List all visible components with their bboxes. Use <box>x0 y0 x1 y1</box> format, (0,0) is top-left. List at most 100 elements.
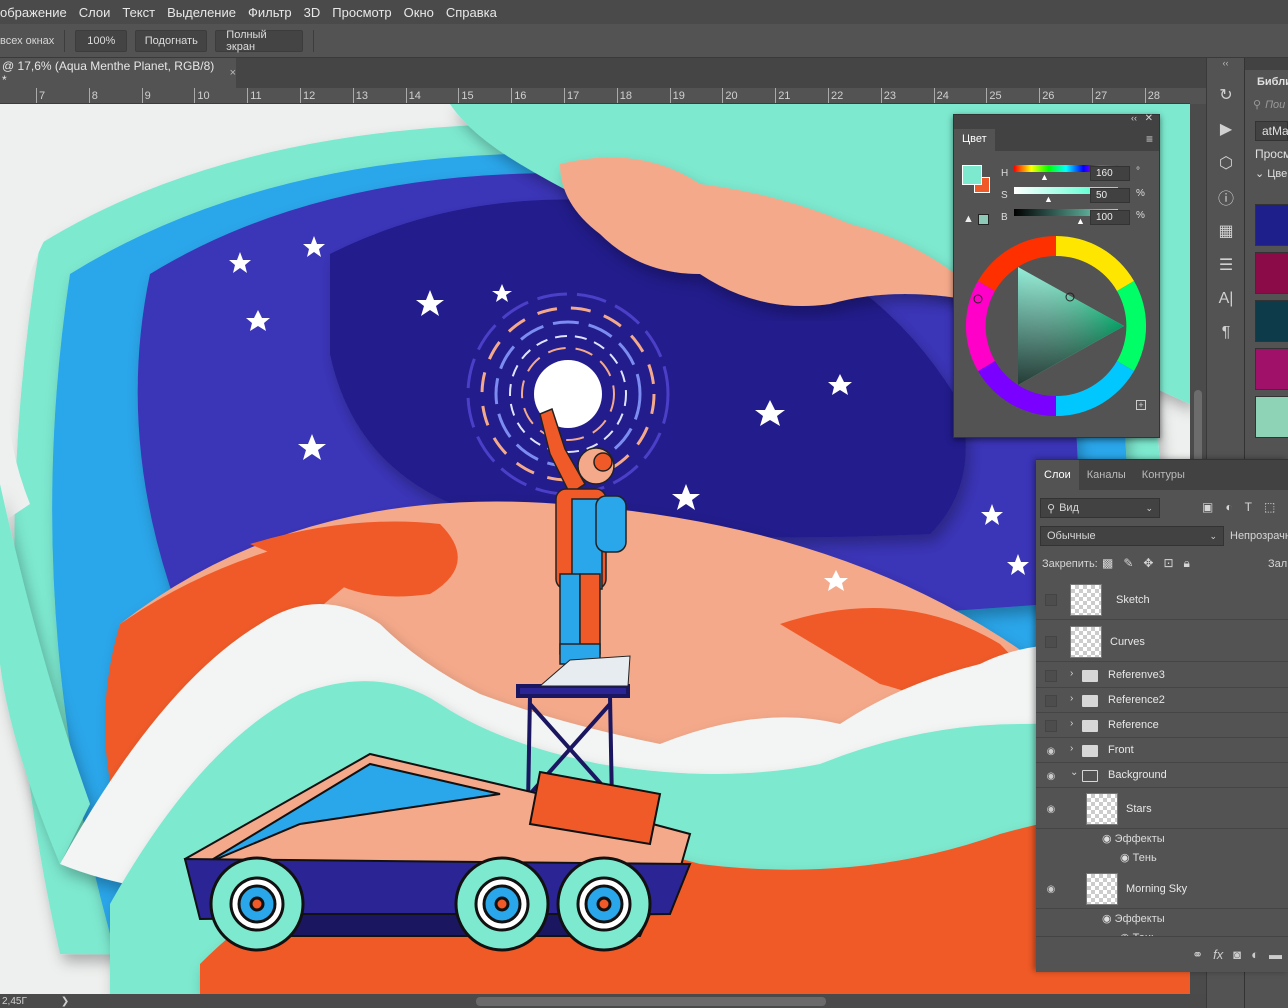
new-group-icon[interactable]: ▬ <box>1269 947 1282 962</box>
all-windows-label[interactable]: всех окнах <box>0 35 54 47</box>
history-icon[interactable]: ↻ <box>1207 78 1245 112</box>
filter-type-icon[interactable]: T <box>1245 500 1252 514</box>
library-select[interactable]: atMa <box>1255 121 1288 141</box>
library-search-input[interactable]: Пои <box>1265 99 1285 111</box>
visibility-toggle[interactable] <box>1045 594 1057 606</box>
table-grid-icon[interactable]: ▦ <box>1207 214 1245 248</box>
horizontal-scroll-thumb[interactable] <box>476 997 826 1006</box>
library-search[interactable]: ⚲ Пои <box>1253 98 1288 112</box>
status-arrow-icon[interactable]: ❯ <box>61 996 69 1007</box>
link-icon[interactable]: ⚭ <box>1192 947 1203 963</box>
lock-brush-icon[interactable]: ✎ <box>1123 556 1133 571</box>
eye-icon[interactable]: ◉ <box>1044 769 1058 783</box>
s-value-field[interactable]: 50 <box>1090 188 1130 203</box>
close-icon[interactable]: ✕ <box>1145 113 1153 124</box>
zoom-100-button[interactable]: 100% <box>75 29 128 52</box>
view-by-label[interactable]: Просм <box>1255 147 1288 161</box>
adjustment-layer-icon[interactable]: ◐ <box>1251 947 1259 962</box>
eye-icon[interactable]: ◉ <box>1044 802 1058 816</box>
layer-name[interactable]: Curves <box>1110 636 1145 648</box>
filter-shape-icon[interactable]: ⬚ <box>1264 500 1275 514</box>
lock-artboard-icon[interactable]: ⊡ <box>1163 556 1173 571</box>
layer-name[interactable]: Front <box>1108 744 1134 756</box>
lock-all-icon[interactable]: 🔒︎ <box>1184 556 1190 571</box>
chevron-right-icon[interactable]: › <box>1070 668 1073 679</box>
fit-screen-button[interactable]: Подогнать <box>135 29 208 52</box>
color-swatch[interactable] <box>1255 348 1288 390</box>
opacity-label[interactable]: Непрозрачн <box>1230 530 1288 542</box>
color-wheel[interactable] <box>964 235 1150 419</box>
layer-row-curves[interactable]: Curves <box>1036 622 1288 662</box>
character-icon[interactable]: A| <box>1207 282 1245 316</box>
chevron-right-icon[interactable]: › <box>1070 743 1073 754</box>
menu-help[interactable]: Справка <box>440 5 503 20</box>
shadow-effect-row[interactable]: ◉ Тень <box>1120 851 1157 864</box>
layer-name[interactable]: Sketch <box>1116 594 1150 606</box>
lock-position-icon[interactable]: ✥ <box>1143 556 1153 571</box>
layer-row-reference2[interactable]: › Reference2 <box>1036 689 1288 713</box>
menu-3d[interactable]: 3D <box>298 5 327 20</box>
h-value-field[interactable]: 160 <box>1090 166 1130 181</box>
visibility-toggle[interactable] <box>1045 695 1057 707</box>
eye-icon[interactable]: ◉ <box>1044 744 1058 758</box>
menu-select[interactable]: Выделение <box>161 5 242 20</box>
info-icon[interactable]: ⓘ <box>1207 180 1245 214</box>
eye-icon[interactable]: ◉ <box>1044 882 1058 896</box>
tab-layers[interactable]: Слои <box>1036 460 1079 490</box>
chevron-right-icon[interactable]: › <box>1070 693 1073 704</box>
fill-label[interactable]: Зал <box>1268 558 1287 570</box>
hue-slider-handle[interactable]: ▲ <box>1040 172 1049 182</box>
effects-row[interactable]: ◉ Эффекты <box>1102 912 1165 925</box>
color-swatch[interactable] <box>1255 396 1288 438</box>
stamp-icon[interactable]: ☰ <box>1207 248 1245 282</box>
tab-paths[interactable]: Контуры <box>1134 460 1193 490</box>
close-icon[interactable]: × <box>230 67 236 79</box>
brightness-slider-handle[interactable]: ▲ <box>1076 216 1085 226</box>
layer-row-background[interactable]: ◉ ⌄ Background <box>1036 764 1288 788</box>
layer-row-stars[interactable]: ◉ Stars <box>1036 789 1288 829</box>
collapse-icon[interactable]: ‹‹ <box>1131 113 1137 123</box>
mask-icon[interactable]: ◙ <box>1233 947 1241 962</box>
blend-mode-select[interactable]: Обычные ⌄ <box>1040 526 1224 546</box>
color-swatch[interactable] <box>1255 252 1288 294</box>
filter-adjustment-icon[interactable]: ◐ <box>1225 500 1232 514</box>
add-icon[interactable]: + <box>1136 400 1146 410</box>
horizontal-ruler[interactable]: 7 8 9 10 11 12 13 14 15 16 17 18 19 20 21 22 23 24 25 26 27 2… <box>0 88 1190 104</box>
filter-pixel-icon[interactable]: ▣ <box>1202 500 1213 514</box>
foreground-color-swatch[interactable] <box>962 165 982 185</box>
actions-play-icon[interactable]: ▶ <box>1207 112 1245 146</box>
menu-text[interactable]: Текст <box>116 5 161 20</box>
color-swatch[interactable] <box>1255 300 1288 342</box>
document-tab[interactable]: @ 17,6% (Aqua Menthe Planet, RGB/8) * × <box>0 58 236 88</box>
paragraph-icon[interactable]: ¶ <box>1207 316 1245 350</box>
layer-name[interactable]: Referenve3 <box>1108 669 1165 681</box>
layer-row-reference[interactable]: › Reference <box>1036 714 1288 738</box>
gamut-warning-icon[interactable]: ▲ <box>963 213 974 225</box>
fx-icon[interactable]: fx <box>1213 947 1223 962</box>
visibility-toggle[interactable] <box>1045 670 1057 682</box>
layer-row-front[interactable]: ◉ › Front <box>1036 739 1288 763</box>
lock-transparency-icon[interactable]: ▩ <box>1102 556 1113 571</box>
tab-color[interactable]: Цвет <box>954 129 995 151</box>
layer-name[interactable]: Reference <box>1108 719 1159 731</box>
panel-menu-icon[interactable]: ≡ <box>1146 132 1159 151</box>
visibility-toggle[interactable] <box>1045 720 1057 732</box>
web-safe-swatch[interactable] <box>978 214 989 225</box>
3d-cube-icon[interactable]: ⬡ <box>1207 146 1245 180</box>
layer-name[interactable]: Reference2 <box>1108 694 1165 706</box>
visibility-toggle[interactable] <box>1045 636 1057 648</box>
colors-section[interactable]: ⌄ Цве <box>1255 167 1288 180</box>
layer-name[interactable]: Stars <box>1126 803 1152 815</box>
tab-channels[interactable]: Каналы <box>1079 460 1134 490</box>
effects-row[interactable]: ◉ Эффекты <box>1102 832 1165 845</box>
layer-name[interactable]: Background <box>1108 769 1167 781</box>
layer-name[interactable]: Morning Sky <box>1126 883 1187 895</box>
menu-layers[interactable]: Слои <box>73 5 117 20</box>
chevron-down-icon[interactable]: ⌄ <box>1070 767 1078 778</box>
menu-window[interactable]: Окно <box>398 5 440 20</box>
menu-filter[interactable]: Фильтр <box>242 5 298 20</box>
saturation-slider-handle[interactable]: ▲ <box>1044 194 1053 204</box>
layer-row-referenve3[interactable]: › Referenve3 <box>1036 664 1288 688</box>
collapse-icon[interactable]: ‹‹ <box>1207 58 1244 68</box>
b-value-field[interactable]: 100 <box>1090 210 1130 225</box>
